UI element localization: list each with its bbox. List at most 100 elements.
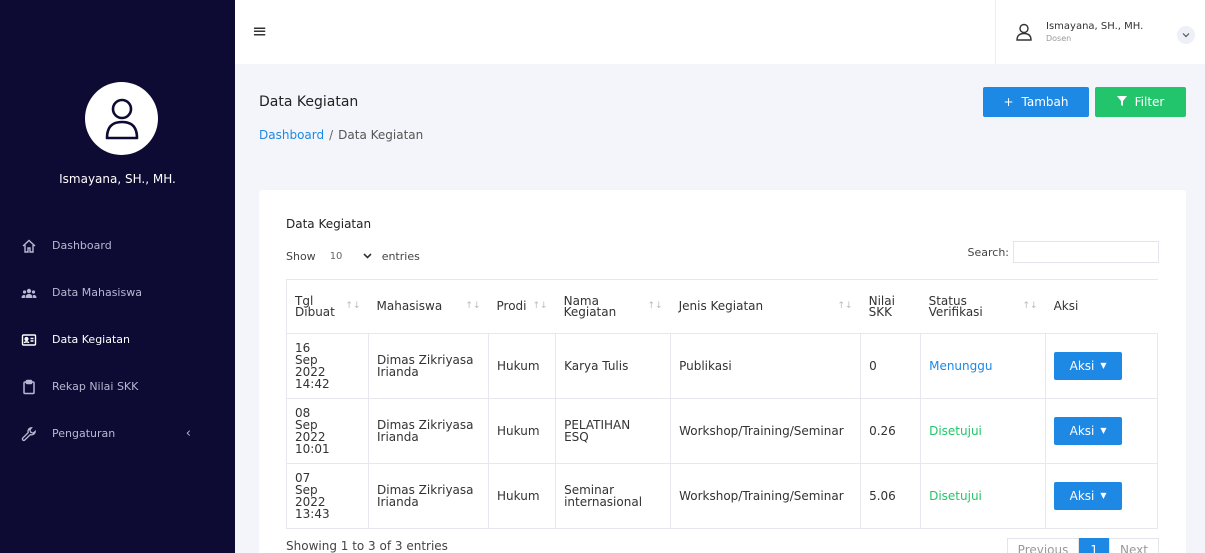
column-header-mahasiswa[interactable]: Mahasiswa ↑↓ xyxy=(368,279,489,334)
table-row: 07 Sep 2022 13:43 Dimas Zikriyasa Iriand… xyxy=(286,463,1158,529)
entries-label: entries xyxy=(381,249,420,263)
pagination: Previous 1 Next xyxy=(1006,538,1159,553)
sort-icon: ↑↓ xyxy=(647,301,663,311)
chevron-down-icon xyxy=(363,253,372,259)
entries-select[interactable]: 10 xyxy=(322,246,376,266)
home-icon xyxy=(20,237,38,255)
chevron-down-icon[interactable] xyxy=(1177,26,1195,44)
aksi-dropdown-button[interactable]: Aksi ▼ xyxy=(1054,482,1123,510)
aksi-dropdown-button[interactable]: Aksi ▼ xyxy=(1054,352,1123,380)
sidebar-menu: Dashboard Data Mahasiswa Data Kegiatan R… xyxy=(0,222,235,457)
filter-icon xyxy=(1116,95,1127,109)
column-header-jenis-kegiatan[interactable]: Jenis Kegiatan ↑↓ xyxy=(670,279,861,334)
sort-icon: ↑↓ xyxy=(532,301,548,311)
topbar-user-role: Dosen xyxy=(1046,34,1072,43)
cell-nama-kegiatan: PELATIHAN ESQ xyxy=(555,398,672,464)
column-header-nama-kegiatan[interactable]: Nama Kegiatan ↑↓ xyxy=(555,279,671,334)
sidebar-item-rekap-nilai-skk[interactable]: Rekap Nilai SKK xyxy=(0,363,235,410)
user-icon xyxy=(105,98,138,139)
cell-status-verifikasi: Disetujui xyxy=(920,398,1047,464)
table-row: 08 Sep 2022 10:01 Dimas Zikriyasa Iriand… xyxy=(286,398,1158,464)
sidebar: Ismayana, SH., MH. Dashboard Data Mahasi… xyxy=(0,0,235,553)
pagination-next[interactable]: Next xyxy=(1109,538,1159,553)
cell-aksi: Aksi ▼ xyxy=(1045,333,1158,399)
sort-icon: ↑↓ xyxy=(345,301,361,311)
breadcrumb-separator: / xyxy=(329,128,334,142)
topbar-user-name: Ismayana, SH., MH. xyxy=(1046,21,1144,32)
users-icon xyxy=(20,284,38,302)
cell-jenis-kegiatan: Workshop/Training/Seminar xyxy=(670,463,862,529)
cell-status-verifikasi: Menunggu xyxy=(920,333,1047,399)
cell-tgl-dibuat: 16 Sep 2022 14:42 xyxy=(286,333,369,399)
sidebar-item-label: Pengaturan xyxy=(52,427,116,440)
cell-prodi: Hukum xyxy=(487,463,557,529)
breadcrumb-current: Data Kegiatan xyxy=(338,128,424,142)
column-header-aksi: Aksi xyxy=(1045,279,1158,334)
cell-mahasiswa: Dimas Zikriyasa Irianda xyxy=(368,398,489,464)
cell-nilai-skk: 0 xyxy=(860,333,922,399)
tambah-button[interactable]: + Tambah xyxy=(983,87,1089,117)
search-label: Search: xyxy=(967,245,1010,259)
data-kegiatan-card: Data Kegiatan Show 10 entries Search: Tg… xyxy=(259,190,1186,553)
caret-down-icon: ▼ xyxy=(1100,426,1107,435)
sidebar-item-label: Rekap Nilai SKK xyxy=(52,380,139,393)
sidebar-item-label: Dashboard xyxy=(52,239,112,252)
sort-icon: ↑↓ xyxy=(837,301,853,311)
cell-aksi: Aksi ▼ xyxy=(1045,398,1158,464)
cell-aksi: Aksi ▼ xyxy=(1045,463,1158,529)
cell-mahasiswa: Dimas Zikriyasa Irianda xyxy=(368,333,489,399)
table-header-row: Tgl Dibuat ↑↓ Mahasiswa ↑↓ Prodi ↑↓ Nama Ke… xyxy=(286,279,1158,334)
search-input[interactable] xyxy=(1013,241,1159,263)
plus-icon: + xyxy=(1003,95,1014,109)
cell-nilai-skk: 5.06 xyxy=(860,463,922,529)
cell-tgl-dibuat: 07 Sep 2022 13:43 xyxy=(286,463,369,529)
breadcrumb-dashboard-link[interactable]: Dashboard xyxy=(259,128,324,142)
cell-prodi: Hukum xyxy=(487,333,557,399)
user-icon xyxy=(1016,23,1032,41)
sidebar-item-data-mahasiswa[interactable]: Data Mahasiswa xyxy=(0,269,235,316)
avatar xyxy=(85,82,158,155)
column-header-tgl-dibuat[interactable]: Tgl Dibuat ↑↓ xyxy=(286,279,369,334)
table-search: Search: xyxy=(967,241,1159,263)
data-kegiatan-table: Tgl Dibuat ↑↓ Mahasiswa ↑↓ Prodi ↑↓ Nama Ke… xyxy=(286,279,1158,529)
filter-button[interactable]: Filter xyxy=(1095,87,1186,117)
tambah-button-label: Tambah xyxy=(1021,95,1069,109)
pagination-previous[interactable]: Previous xyxy=(1006,538,1080,553)
entries-length-control: Show 10 entries xyxy=(286,246,420,266)
table-info: Showing 1 to 3 of 3 entries xyxy=(286,539,448,553)
page-title: Data Kegiatan xyxy=(259,94,359,110)
caret-down-icon: ▼ xyxy=(1100,361,1107,370)
chevron-left-icon: ‹ xyxy=(185,426,191,441)
sidebar-item-label: Data Kegiatan xyxy=(52,333,130,346)
sidebar-item-label: Data Mahasiswa xyxy=(52,286,142,299)
cell-prodi: Hukum xyxy=(487,398,557,464)
cell-nama-kegiatan: Karya Tulis xyxy=(555,333,672,399)
sort-icon: ↑↓ xyxy=(1022,301,1038,311)
sidebar-item-dashboard[interactable]: Dashboard xyxy=(0,222,235,269)
entries-select-value: 10 xyxy=(329,250,343,262)
cell-tgl-dibuat: 08 Sep 2022 10:01 xyxy=(286,398,369,464)
breadcrumb: Dashboard / Data Kegiatan xyxy=(259,128,423,142)
table-row: 16 Sep 2022 14:42 Dimas Zikriyasa Iriand… xyxy=(286,333,1158,399)
cell-jenis-kegiatan: Publikasi xyxy=(670,333,862,399)
user-menu[interactable]: Ismayana, SH., MH. Dosen xyxy=(995,0,1205,64)
topbar: ≡ Ismayana, SH., MH. Dosen xyxy=(235,0,1205,64)
sidebar-user-name: Ismayana, SH., MH. xyxy=(59,172,176,186)
column-header-nilai-skk[interactable]: Nilai SKK xyxy=(860,279,921,334)
sidebar-item-pengaturan[interactable]: Pengaturan ‹ xyxy=(0,410,235,457)
column-header-prodi[interactable]: Prodi ↑↓ xyxy=(488,279,556,334)
cell-status-verifikasi: Disetujui xyxy=(920,463,1047,529)
cell-jenis-kegiatan: Workshop/Training/Seminar xyxy=(670,398,862,464)
sort-icon: ↑↓ xyxy=(465,301,481,311)
filter-button-label: Filter xyxy=(1134,95,1165,109)
wrench-icon xyxy=(20,425,38,443)
aksi-dropdown-button[interactable]: Aksi ▼ xyxy=(1054,417,1123,445)
pagination-page-1[interactable]: 1 xyxy=(1079,538,1110,553)
card-title: Data Kegiatan xyxy=(286,217,372,231)
sidebar-item-data-kegiatan[interactable]: Data Kegiatan xyxy=(0,316,235,363)
column-header-status-verifikasi[interactable]: Status Verifikasi ↑↓ xyxy=(920,279,1046,334)
show-label: Show xyxy=(286,249,316,263)
cell-nama-kegiatan: Seminar internasional xyxy=(555,463,672,529)
hamburger-menu-icon[interactable]: ≡ xyxy=(252,23,267,41)
caret-down-icon: ▼ xyxy=(1100,491,1107,500)
